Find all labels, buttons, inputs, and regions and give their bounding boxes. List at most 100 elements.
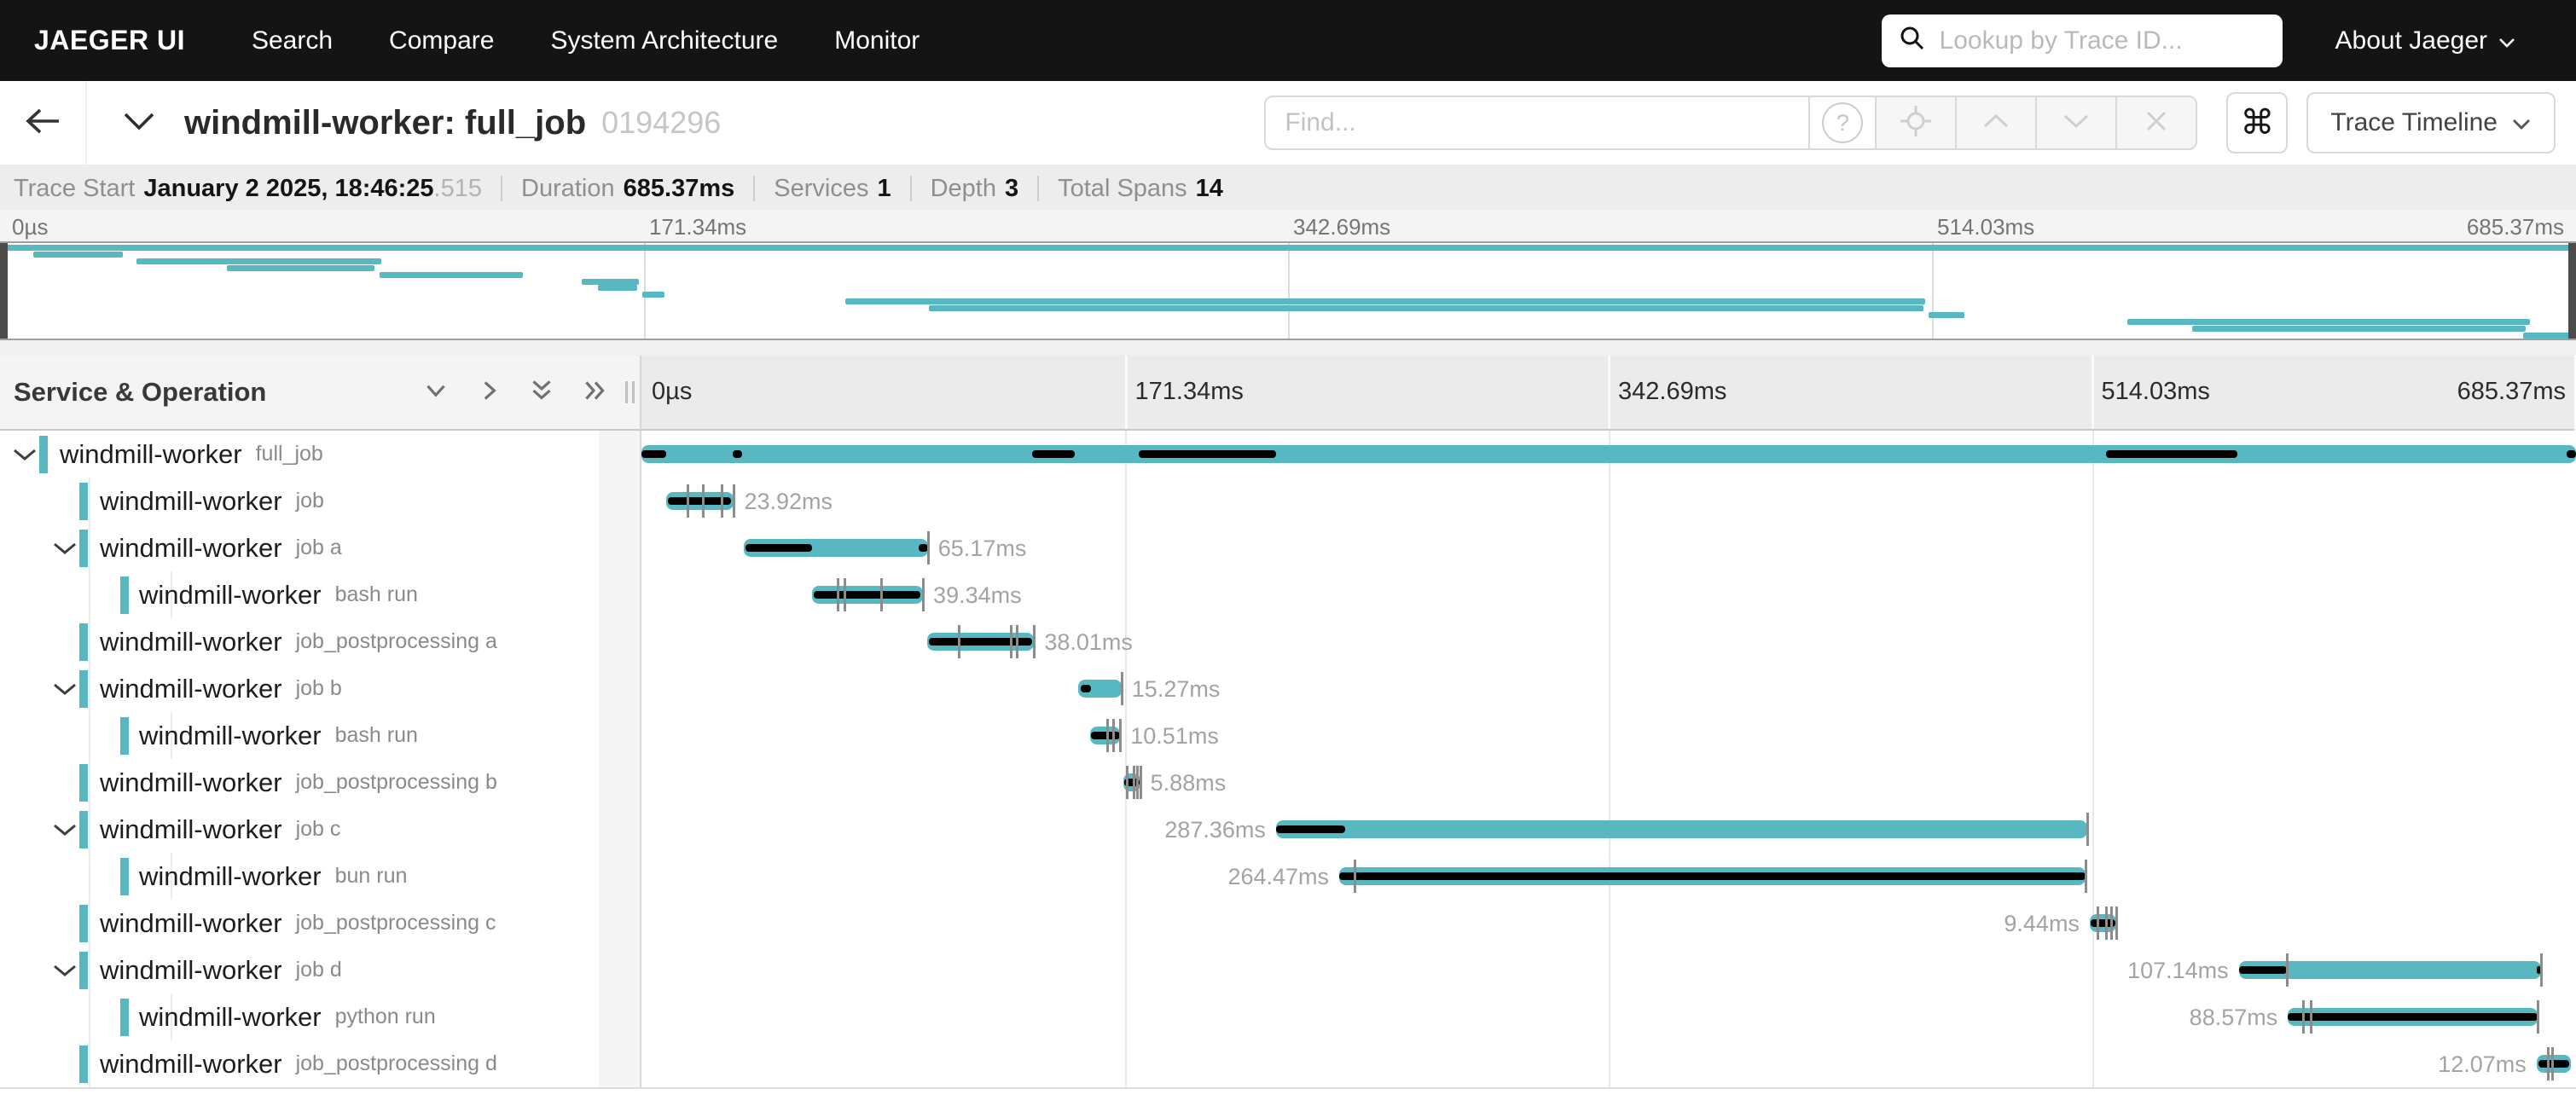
span-bar-row[interactable]: 10.51ms: [641, 712, 2576, 759]
span-name-cell[interactable]: windmill-workerjob b: [100, 665, 342, 712]
chevron-up-icon: [1981, 113, 2010, 134]
span-bar-row[interactable]: 264.47ms: [641, 853, 2576, 900]
ruler-separator: [1608, 356, 1610, 429]
find-help-button[interactable]: ?: [1808, 96, 1877, 150]
span-color-accent: [79, 905, 88, 942]
expand-chevron-icon[interactable]: [12, 448, 38, 466]
minimap-right-handle[interactable]: [2568, 243, 2576, 339]
nav-item-system-architecture[interactable]: System Architecture: [550, 26, 778, 55]
trace-minimap[interactable]: [0, 241, 2576, 340]
span-bar-row[interactable]: 88.57ms: [641, 993, 2576, 1040]
span-name-cell[interactable]: windmill-workerjob_postprocessing d: [100, 1040, 497, 1087]
span-name-cell[interactable]: windmill-workerjob: [100, 478, 324, 524]
span-bar-row[interactable]: 287.36ms: [641, 806, 2576, 853]
span-name-cell[interactable]: windmill-workerjob_postprocessing c: [100, 900, 496, 947]
expand-chevron-icon[interactable]: [52, 682, 78, 701]
span-name-row[interactable]: windmill-workerjob: [0, 478, 641, 524]
span-name-cell[interactable]: windmill-workerjob d: [100, 947, 342, 993]
next-result-button[interactable]: [2035, 96, 2117, 150]
timeline-ruler: 0µs 171.34ms 342.69ms 514.03ms 685.37ms: [641, 356, 2574, 431]
focus-span-button[interactable]: [1875, 96, 1957, 150]
span-name-cell[interactable]: windmill-workerfull_job: [60, 431, 323, 478]
span-name-cell[interactable]: windmill-workerjob_postprocessing b: [100, 759, 497, 806]
span-name-row[interactable]: windmill-workerjob_postprocessing d: [0, 1040, 641, 1087]
log-tick: [687, 484, 689, 518]
prev-result-button[interactable]: [1955, 96, 2037, 150]
about-jaeger-menu[interactable]: About Jaeger: [2335, 26, 2516, 55]
span-bar[interactable]: [1090, 727, 1120, 744]
span-name-cell[interactable]: windmill-workerjob a: [100, 524, 342, 571]
span-bar[interactable]: [641, 445, 2576, 463]
trace-id-lookup[interactable]: [1882, 14, 2283, 67]
collapse-one-icon[interactable]: [421, 375, 451, 410]
span-bar-row[interactable]: 9.44ms: [641, 900, 2576, 947]
trace-view-selector[interactable]: Trace Timeline: [2306, 92, 2556, 153]
nav-item-search[interactable]: Search: [252, 26, 333, 55]
span-bar-row[interactable]: [641, 431, 2576, 478]
span-name-cell[interactable]: windmill-workerpython run: [139, 993, 436, 1040]
span-name-row[interactable]: windmill-workerjob_postprocessing b: [0, 759, 641, 806]
expand-all-icon[interactable]: [579, 375, 610, 410]
keyboard-shortcuts-button[interactable]: ⌘: [2226, 92, 2288, 153]
clear-find-button[interactable]: [2115, 96, 2197, 150]
minimap-left-handle[interactable]: [0, 243, 8, 339]
span-bar-row[interactable]: 23.92ms: [641, 478, 2576, 524]
app-logo[interactable]: JAEGER UI: [34, 25, 185, 56]
critical-path-segment: [1081, 685, 1092, 692]
span-name-cell[interactable]: windmill-workerjob c: [100, 806, 340, 853]
indent-guide: [89, 1040, 90, 1087]
span-name-cell[interactable]: windmill-workerbash run: [139, 571, 418, 618]
duration-label: 65.17ms: [938, 536, 1027, 562]
span-bar-row[interactable]: 12.07ms: [641, 1040, 2576, 1087]
span-bar[interactable]: [1078, 680, 1122, 698]
expand-chevron-icon[interactable]: [52, 823, 78, 842]
service-name: windmill-worker: [100, 814, 282, 845]
indent-guide: [89, 524, 90, 571]
span-bar[interactable]: [2288, 1008, 2538, 1026]
span-bar[interactable]: [1339, 867, 2086, 885]
span-name-row[interactable]: windmill-workerbun run: [0, 853, 641, 900]
span-bar-row[interactable]: 107.14ms: [641, 947, 2576, 993]
duration-label: 23.92ms: [744, 489, 833, 515]
trace-collapse-toggle[interactable]: [121, 110, 157, 136]
span-name-row[interactable]: windmill-workerfull_job: [0, 431, 641, 478]
span-name-row[interactable]: windmill-workerjob_postprocessing a: [0, 618, 641, 665]
span-bar[interactable]: [1276, 820, 2087, 838]
span-bar[interactable]: [744, 539, 928, 557]
span-name-row[interactable]: windmill-workerjob b: [0, 665, 641, 712]
trace-id-input[interactable]: [1938, 26, 2266, 56]
span-bar[interactable]: [812, 586, 923, 604]
span-name-cell[interactable]: windmill-workerbun run: [139, 853, 407, 900]
span-name-row[interactable]: windmill-workerbash run: [0, 712, 641, 759]
log-tick: [1112, 719, 1115, 752]
trace-title: windmill-worker: full_job: [184, 104, 586, 142]
collapse-all-icon[interactable]: [526, 375, 557, 410]
span-bar[interactable]: [666, 492, 734, 510]
span-name-row[interactable]: windmill-workerjob a: [0, 524, 641, 571]
back-button[interactable]: [0, 81, 87, 165]
span-bar-row[interactable]: 15.27ms: [641, 665, 2576, 712]
span-bar-row[interactable]: 39.34ms: [641, 571, 2576, 618]
nav-item-compare[interactable]: Compare: [389, 26, 494, 55]
expand-chevron-icon[interactable]: [52, 964, 78, 982]
span-bar-row[interactable]: 65.17ms: [641, 524, 2576, 571]
expand-chevron-icon[interactable]: [52, 542, 78, 560]
span-name-row[interactable]: windmill-workerjob_postprocessing c: [0, 900, 641, 947]
span-name-row[interactable]: windmill-workerjob c: [0, 806, 641, 853]
find-input[interactable]: [1264, 96, 1810, 150]
span-name-row[interactable]: windmill-workerbash run: [0, 571, 641, 618]
service-name: windmill-worker: [100, 533, 282, 564]
span-name-cell[interactable]: windmill-workerbash run: [139, 712, 418, 759]
minimap-span-bar: [929, 305, 1923, 311]
span-bar[interactable]: [2239, 961, 2542, 979]
nav-item-monitor[interactable]: Monitor: [834, 26, 920, 55]
span-name-row[interactable]: windmill-workerjob d: [0, 947, 641, 993]
span-color-accent: [79, 811, 88, 848]
span-bar-row[interactable]: 38.01ms: [641, 618, 2576, 665]
span-bar[interactable]: [2537, 1055, 2571, 1073]
expand-one-icon[interactable]: [473, 375, 504, 410]
span-bar-row[interactable]: 5.88ms: [641, 759, 2576, 806]
span-name-row[interactable]: windmill-workerpython run: [0, 993, 641, 1040]
column-resize-handle[interactable]: [625, 381, 635, 403]
span-name-cell[interactable]: windmill-workerjob_postprocessing a: [100, 618, 497, 665]
